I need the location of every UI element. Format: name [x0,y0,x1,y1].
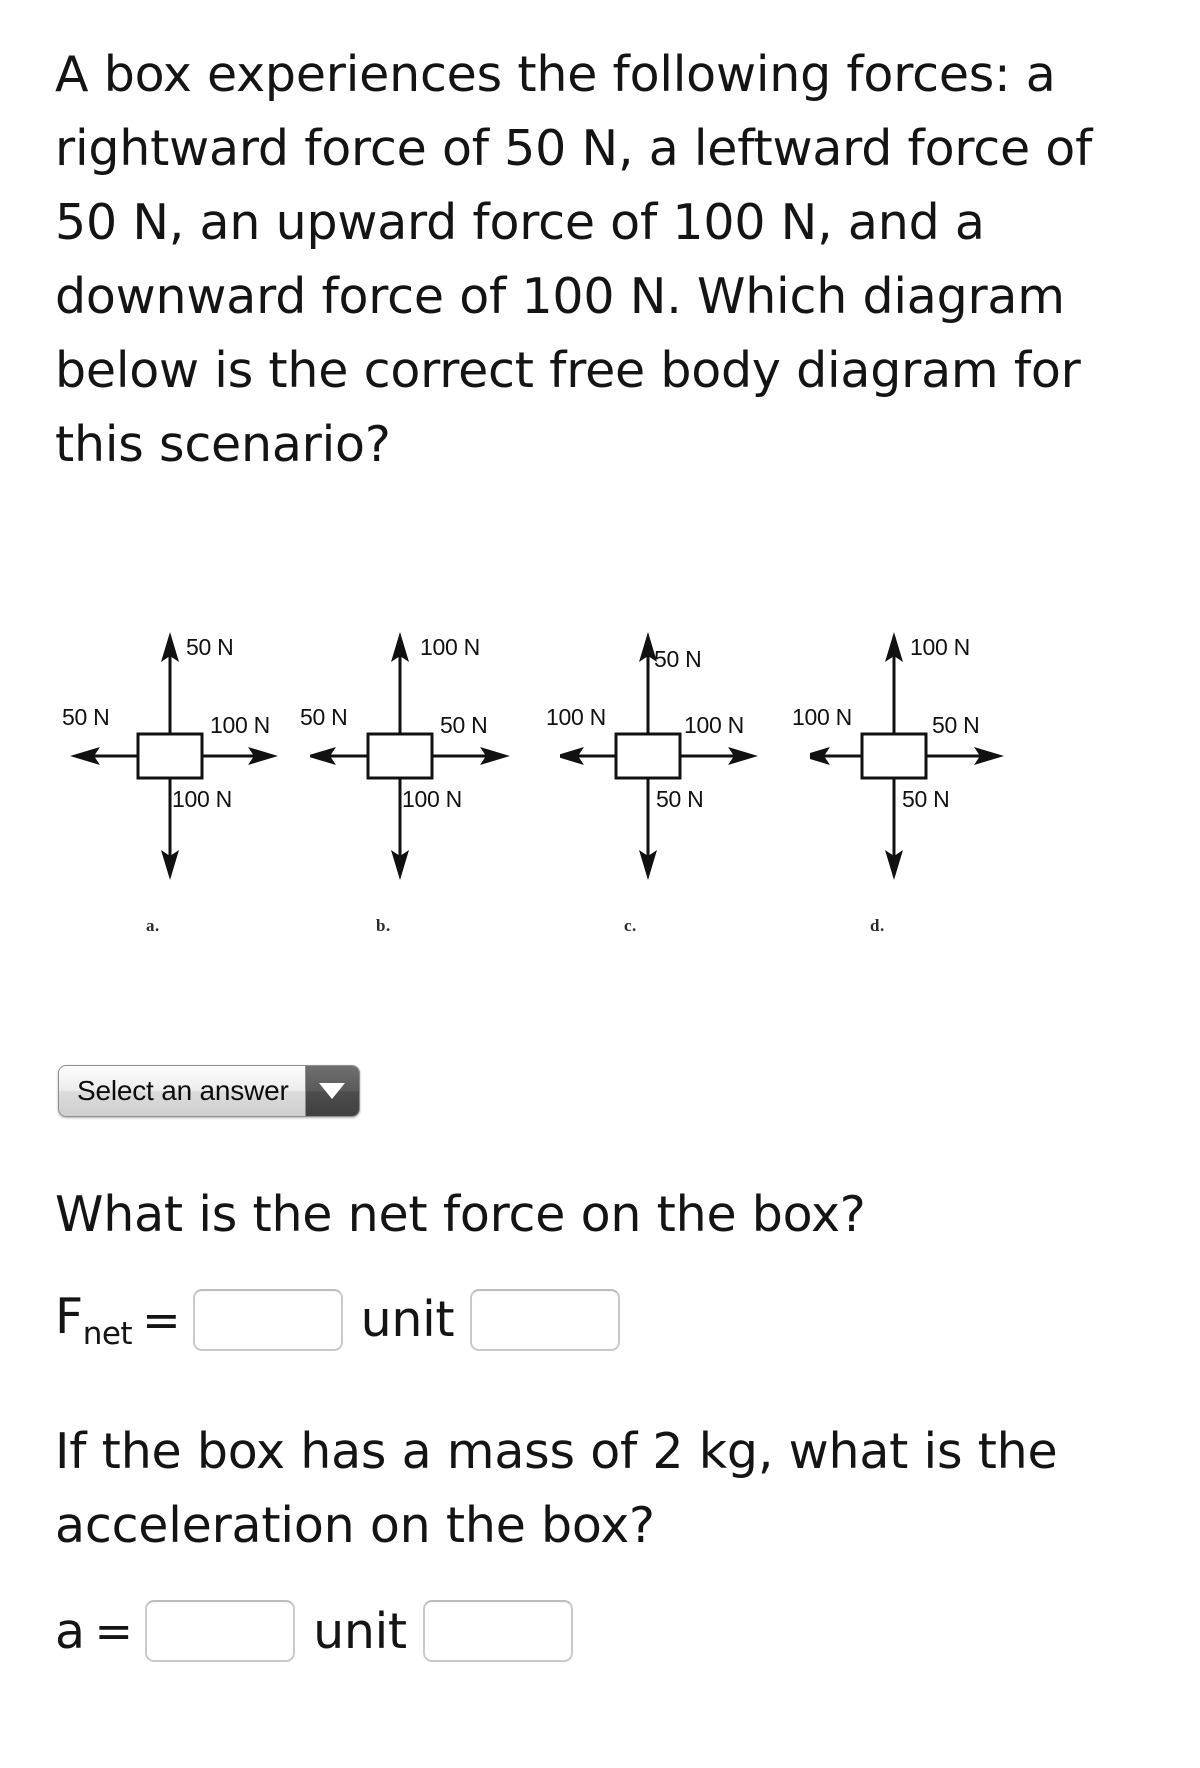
fbd-a-right-label: 100 N [210,712,270,738]
acceleration-unit-input[interactable] [422,1600,573,1662]
fnet-symbol: Fnet [55,1288,133,1352]
net-force-answer-row: Fnet = unit [55,1288,621,1352]
select-answer-dropdown[interactable]: Select an answer [58,1065,360,1117]
acceleration-equals: = [94,1604,134,1658]
fbd-b-up-label: 100 N [420,634,480,660]
fbd-option-b[interactable]: 100 N 50 N 50 N 100 N b. [300,616,560,946]
fbd-b-left-label: 50 N [300,704,348,730]
acceleration-question: If the box has a mass of 2 kg, what is t… [55,1423,1058,1554]
acceleration-symbol: a [55,1602,85,1660]
fbd-d-tag: d. [870,916,885,935]
acceleration-answer-row: a = unit [55,1600,573,1662]
fnet-unit-label: unit [360,1291,455,1349]
fbd-c-tag: c. [624,916,637,935]
chevron-down-glyph [319,1083,346,1099]
fnet-subscript: net [82,1315,133,1352]
free-body-diagram-options: 50 N 50 N 100 N 100 N a. 100 N 50 N 50 N… [60,616,1060,956]
net-force-question: What is the net force on the box? [55,1186,866,1243]
fnet-value-input[interactable] [192,1288,343,1351]
fbd-d-right-label: 50 N [932,712,980,738]
question-page: A box experiences the following forces: … [0,0,1200,1768]
fbd-a-up-label: 50 N [186,634,234,660]
fbd-d-up-label: 100 N [910,634,970,660]
select-answer-label: Select an answer [77,1075,289,1106]
fbd-c-up-label: 50 N [654,646,702,672]
fnet-equals: = [142,1292,181,1347]
fbd-c-left-label: 100 N [546,704,606,730]
fbd-c-down-label: 50 N [656,786,704,812]
acceleration-unit-label: unit [313,1602,407,1660]
fbd-d-down-label: 50 N [902,786,950,812]
fbd-b-tag: b. [376,916,391,935]
fbd-b-down-label: 100 N [402,786,462,812]
chevron-down-icon[interactable] [304,1066,359,1116]
fbd-a-left-label: 50 N [62,704,110,730]
fbd-a-tag: a. [146,916,160,935]
fbd-option-d[interactable]: 100 N 100 N 50 N 50 N d. [792,616,1060,946]
fnet-unit-input[interactable] [470,1288,621,1351]
fbd-option-a[interactable]: 50 N 50 N 100 N 100 N a. [60,616,310,946]
question-prompt: A box experiences the following forces: … [55,46,1093,473]
fbd-d-left-label: 100 N [792,704,852,730]
fbd-a-down-label: 100 N [172,786,232,812]
fbd-a-drawing [70,632,278,880]
acceleration-value-input[interactable] [145,1600,296,1662]
fbd-c-right-label: 100 N [684,712,744,738]
fbd-option-c[interactable]: 50 N 100 N 100 N 50 N c. [546,616,810,946]
fbd-b-right-label: 50 N [440,712,488,738]
